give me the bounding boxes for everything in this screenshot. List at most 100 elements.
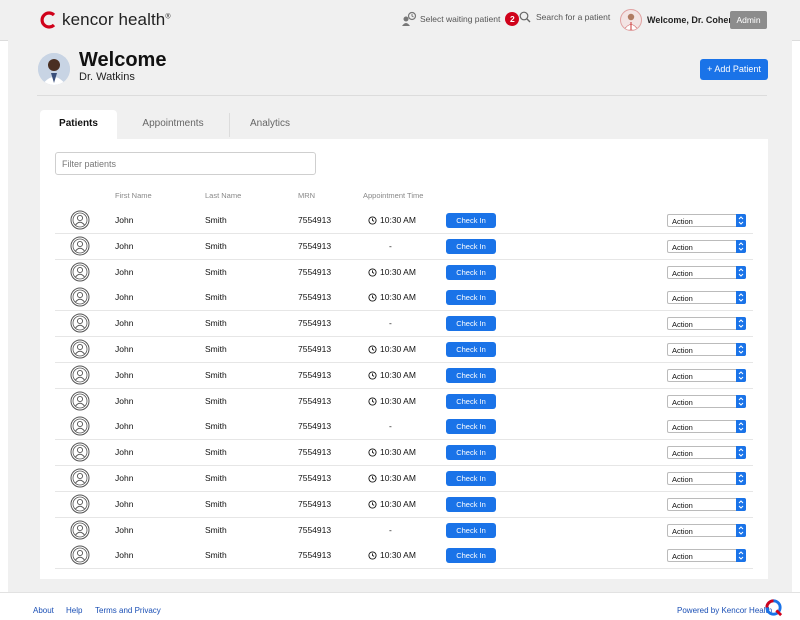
tab-analytics[interactable]: Analytics [230,110,310,140]
action-select[interactable]: Action [667,420,746,434]
appointment-time-text: - [389,240,392,251]
appointment-time-cell: - [389,518,392,543]
check-in-button[interactable]: Check In [446,522,496,538]
action-select-label: Action [672,242,693,252]
select-arrows-icon [736,549,746,563]
column-header-last-name: Last Name [205,191,242,200]
column-header-appointment-time: Appointment Time [363,191,424,200]
check-in-button[interactable]: Check In [446,238,496,254]
check-in-button[interactable]: Check In [446,445,496,461]
logo[interactable]: kencor health® [40,9,171,31]
appointment-time-text: 10:30 AM [380,473,416,483]
footer-about-link[interactable]: About [33,606,54,615]
patient-avatar-icon [70,416,90,436]
waiting-count-badge: 2 [505,12,520,26]
table-row: John Smith 7554913 10:30 AM Check In Action [55,208,753,234]
last-name-cell: Smith [205,447,227,458]
check-in-button[interactable]: Check In [446,496,496,512]
table-row: John Smith 7554913 10:30 AM Check In Action [55,285,753,312]
action-select[interactable]: Action [667,497,746,511]
user-menu[interactable]: Welcome, Dr. Cohen [620,9,746,31]
last-name-cell: Smith [205,550,227,561]
last-name-cell: Smith [205,240,227,251]
tab-appointments[interactable]: Appointments [118,110,228,140]
check-in-button[interactable]: Check In [446,316,496,332]
select-arrows-icon [736,291,746,305]
clock-icon [368,551,377,560]
filter-patients-input[interactable]: Filter patients [55,152,316,175]
last-name-cell: Smith [205,344,227,354]
check-in-button[interactable]: Check In [446,264,496,280]
appointment-time-cell: 10:30 AM [368,440,416,465]
footer-terms-link[interactable]: Terms and Privacy [95,606,161,615]
check-in-button[interactable]: Check In [446,471,496,486]
check-in-button[interactable]: Check In [446,548,496,564]
powered-by-text: Powered by Kencor Health [677,606,773,615]
footer: About Help Terms and Privacy Powered by … [0,592,800,620]
action-select-label: Action [672,500,693,510]
mrn-cell: 7554913 [298,498,332,509]
mrn-cell: 7554913 [298,447,332,458]
appointment-time-cell: 10:30 AM [368,337,416,362]
check-in-button[interactable]: Check In [446,419,496,435]
mrn-cell: 7554913 [298,215,332,225]
doctor-photo-icon [38,53,70,85]
appointment-time-cell: 10:30 AM [368,492,416,517]
column-header-mrn: MRN [298,191,316,200]
search-placeholder: Search for a patient [536,12,611,22]
check-in-button[interactable]: Check In [446,342,496,357]
action-select-label: Action [672,449,693,459]
check-in-button[interactable]: Check In [446,393,496,409]
appointment-time-text: - [389,524,392,535]
patient-avatar-icon [70,262,90,282]
admin-button[interactable]: Admin [730,11,767,29]
action-select[interactable]: Action [667,317,746,331]
table-row: John Smith 7554913 - Check In Action [55,311,753,338]
first-name-cell: John [115,550,134,561]
appointment-time-cell: 10:30 AM [368,543,416,568]
patient-search[interactable]: Search for a patient [519,11,610,23]
check-in-button[interactable]: Check In [446,367,496,383]
appointment-time-cell: - [389,234,392,259]
appointment-time-text: 10:30 AM [380,344,416,354]
last-name-cell: Smith [205,292,227,303]
clock-icon [368,448,377,457]
footer-help-link[interactable]: Help [66,606,82,615]
select-arrows-icon [736,446,746,460]
table-row: John Smith 7554913 - Check In Action [55,233,753,260]
action-select-label: Action [672,268,693,278]
add-patient-button[interactable]: + Add Patient [700,59,768,80]
select-arrows-icon [736,368,746,382]
action-select-label: Action [672,371,693,381]
header-divider [37,95,767,96]
waiting-patient-selector[interactable]: Select waiting patient 2 [401,11,520,27]
last-name-cell: Smith [205,369,227,380]
action-select[interactable]: Action [667,265,746,279]
action-select[interactable]: Action [667,523,746,537]
first-name-cell: John [115,369,134,380]
select-arrows-icon [736,343,746,356]
patient-avatar-icon [70,339,90,359]
action-select[interactable]: Action [667,368,746,382]
check-in-button[interactable]: Check In [446,213,496,228]
table-row: John Smith 7554913 10:30 AM Check In Action [55,440,753,467]
check-in-button[interactable]: Check In [446,290,496,306]
mrn-cell: 7554913 [298,318,332,329]
action-select[interactable]: Action [667,394,746,408]
action-select[interactable]: Action [667,239,746,253]
waiting-label: Select waiting patient [420,14,501,24]
action-select[interactable]: Action [667,446,746,460]
action-select[interactable]: Action [667,291,746,305]
appointment-time-cell: 10:30 AM [368,260,416,285]
tab-patients[interactable]: Patients [40,110,117,140]
patient-avatar-icon [70,442,90,462]
table-row: John Smith 7554913 - Check In Action [55,517,753,544]
action-select[interactable]: Action [667,214,746,227]
action-select[interactable]: Action [667,549,746,563]
patient-queue-icon [402,11,417,26]
action-select[interactable]: Action [667,472,746,485]
select-arrows-icon [736,214,746,227]
mrn-cell: 7554913 [298,524,332,535]
action-select[interactable]: Action [667,343,746,356]
patient-avatar-icon [70,494,90,514]
